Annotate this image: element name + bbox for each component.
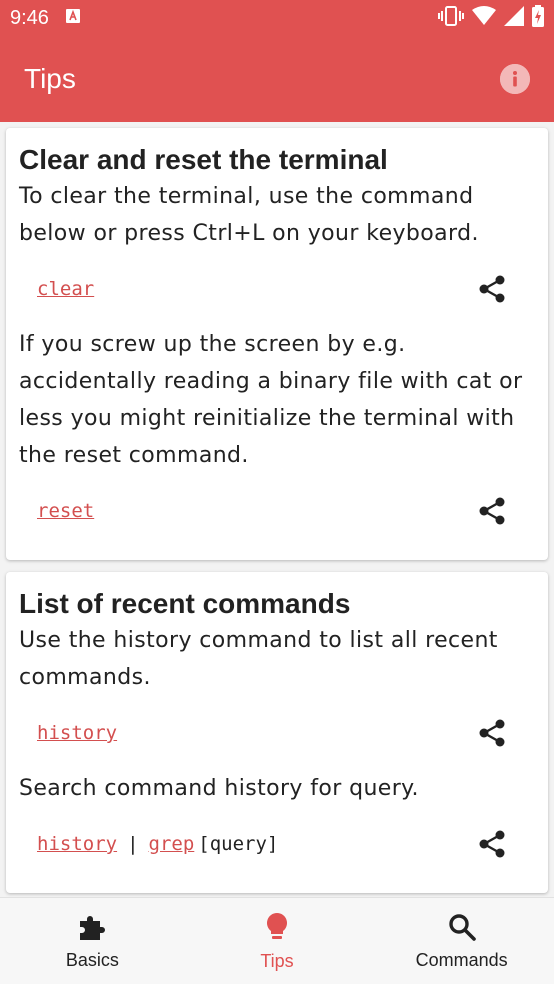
command-link-reset[interactable]: reset bbox=[37, 500, 94, 522]
nav-commands[interactable]: Commands bbox=[369, 898, 554, 984]
tip-title: Clear and reset the terminal bbox=[19, 144, 388, 175]
command-row: clear bbox=[19, 252, 535, 326]
tip-description: Use the history command to list all rece… bbox=[19, 628, 498, 690]
status-bar: 9:46 bbox=[0, 0, 554, 36]
tip-description: Search command history for query. bbox=[19, 776, 419, 801]
app-bar: Tips bbox=[0, 36, 554, 122]
bottom-navigation: Basics Tips Commands bbox=[0, 897, 554, 984]
tip-description: To clear the terminal, use the command b… bbox=[19, 184, 479, 246]
vibrate-icon bbox=[438, 5, 464, 31]
page-title: Tips bbox=[24, 63, 76, 94]
share-icon[interactable] bbox=[477, 274, 507, 304]
share-icon[interactable] bbox=[477, 496, 507, 526]
nav-basics-label: Basics bbox=[65, 949, 119, 970]
command-snippet: history bbox=[37, 722, 117, 744]
battery-icon bbox=[532, 5, 544, 31]
command-link-grep[interactable]: grep bbox=[149, 833, 195, 855]
share-icon[interactable] bbox=[477, 829, 507, 859]
notification-icon bbox=[65, 8, 81, 28]
command-link-history[interactable]: history bbox=[37, 833, 117, 855]
command-snippet: clear bbox=[37, 278, 94, 300]
tip-card: Clear and reset the terminal To clear th… bbox=[6, 128, 548, 560]
status-time: 9:46 bbox=[10, 6, 49, 29]
puzzle-icon bbox=[77, 912, 107, 946]
command-row: history bbox=[19, 696, 535, 770]
command-snippet: history | grep [query] bbox=[37, 833, 278, 855]
share-icon[interactable] bbox=[477, 718, 507, 748]
nav-tips-label: Tips bbox=[260, 950, 294, 971]
signal-icon bbox=[504, 6, 524, 30]
wifi-icon bbox=[472, 6, 496, 30]
nav-basics[interactable]: Basics bbox=[0, 898, 185, 984]
command-argument: [query] bbox=[198, 833, 279, 855]
command-snippet: reset bbox=[37, 500, 94, 522]
tip-title: List of recent commands bbox=[19, 588, 351, 619]
tips-list[interactable]: Clear and reset the terminal To clear th… bbox=[0, 122, 554, 897]
command-link-history[interactable]: history bbox=[37, 722, 117, 744]
info-icon[interactable] bbox=[500, 64, 530, 94]
tip-card: List of recent commands Use the history … bbox=[6, 572, 548, 893]
command-link-clear[interactable]: clear bbox=[37, 278, 94, 300]
nav-tips[interactable]: Tips bbox=[185, 898, 370, 984]
command-row: reset bbox=[19, 474, 535, 548]
search-icon bbox=[447, 912, 477, 946]
tip-description: If you screw up the screen by e.g. accid… bbox=[19, 332, 523, 468]
command-pipe: | bbox=[127, 833, 139, 855]
nav-commands-label: Commands bbox=[415, 949, 508, 970]
lightbulb-icon bbox=[262, 911, 292, 947]
command-row: history | grep [query] bbox=[19, 807, 535, 881]
